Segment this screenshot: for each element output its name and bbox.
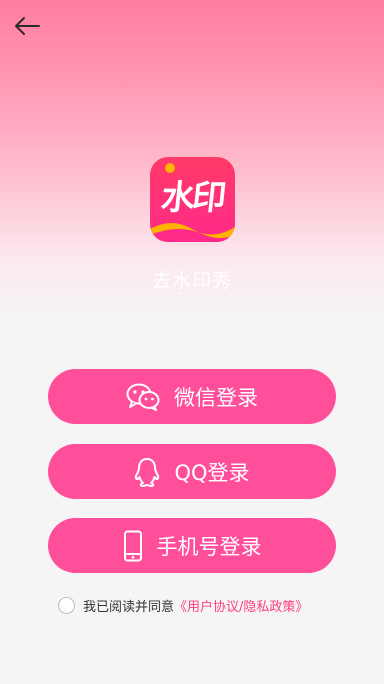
agreement-text: 我已阅读并同意 [83,599,175,615]
qq-login-label: QQ登录 [174,460,250,485]
wechat-icon [126,383,160,411]
back-button[interactable] [10,12,44,40]
arrow-left-icon [15,17,40,35]
agreement-checkbox[interactable] [58,596,75,614]
mobile-phone-icon [123,530,143,562]
app-logo: 水印 [150,157,235,242]
wechat-login-label: 微信登录 [174,385,258,410]
phone-login-label: 手机号登录 [156,534,262,559]
qq-icon [134,457,160,487]
agreement-link[interactable]: 《用户协议/隐私政策》 [174,596,308,615]
app-logo-text: 水印 [159,178,226,218]
phone-login-button[interactable]: 手机号登录 [48,518,336,573]
app-name: 去水印秀 [151,270,232,292]
wechat-login-button[interactable]: 微信登录 [48,369,336,424]
qq-login-button[interactable]: QQ登录 [48,444,336,499]
agreement-row: 我已阅读并同意 《用户协议/隐私政策》 [58,594,308,616]
